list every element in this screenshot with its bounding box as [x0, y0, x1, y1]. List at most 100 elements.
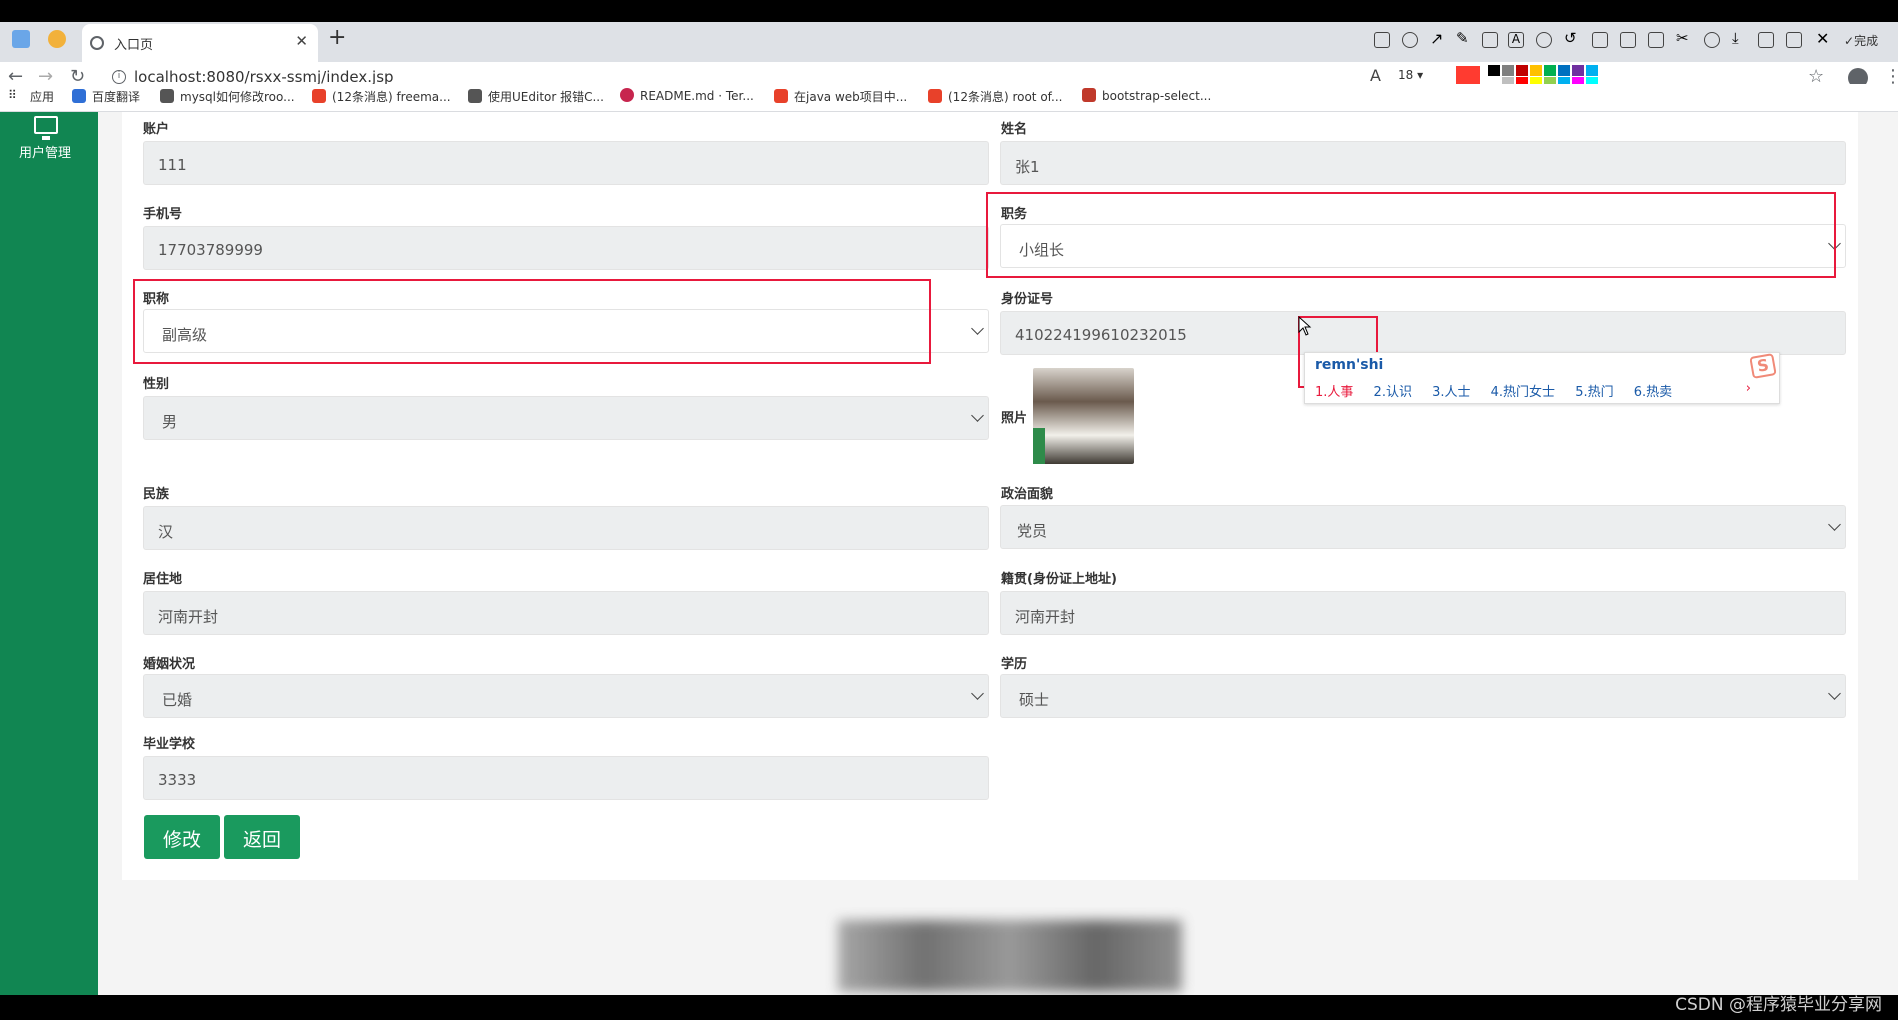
name-input[interactable]: 张1 — [1000, 141, 1846, 185]
number-tool-icon[interactable] — [1536, 32, 1552, 48]
cut-tool-icon[interactable]: ✂ — [1676, 29, 1692, 47]
gender-select[interactable]: 男 — [143, 396, 989, 440]
photo-label: 照片 — [1001, 411, 1028, 426]
text-tool-icon[interactable]: A — [1508, 32, 1524, 48]
ocr-tool-icon[interactable] — [1648, 32, 1664, 48]
phone-label: 手机号 — [143, 207, 183, 222]
back-button[interactable]: 返回 — [224, 815, 300, 859]
bookmark-label: (12条消息) root of... — [948, 90, 1063, 104]
ime-candidate[interactable]: 1.人事 — [1315, 385, 1353, 400]
cancel-icon[interactable]: ✕ — [1816, 29, 1832, 48]
mosaic-tool-icon[interactable] — [1482, 32, 1498, 48]
bookmark-item[interactable]: README.md · Ter... — [620, 88, 754, 103]
color-swatch[interactable] — [1586, 65, 1598, 76]
rectangle-tool-icon[interactable] — [1374, 32, 1390, 48]
color-swatch[interactable] — [1558, 65, 1570, 76]
marital-select[interactable]: 已婚 — [143, 674, 989, 718]
residence-input[interactable]: 河南开封 — [143, 591, 989, 635]
translate-tool-icon[interactable] — [1620, 32, 1636, 48]
undo-icon[interactable]: ↺ — [1564, 29, 1580, 47]
done-label: 完成 — [1854, 34, 1879, 48]
chrome-icon[interactable] — [48, 30, 66, 48]
chevron-down-icon — [971, 687, 984, 700]
watermark: CSDN @程序猿毕业分享网 — [1675, 995, 1882, 1015]
bookmark-item[interactable]: (12条消息) root of... — [928, 88, 1062, 105]
copy-tool-icon[interactable] — [1758, 32, 1774, 48]
pen-tool-icon[interactable]: ✎ — [1456, 29, 1472, 47]
bookmark-label: README.md · Ter... — [640, 89, 754, 103]
color-swatch[interactable] — [1488, 65, 1500, 76]
info-icon[interactable]: i — [112, 70, 126, 84]
new-tab-button[interactable]: + — [328, 25, 346, 50]
font-size-select[interactable]: 18 ▾ — [1398, 68, 1423, 82]
color-swatch[interactable] — [1572, 65, 1584, 76]
bookmark-label: (12条消息) freema... — [332, 90, 451, 104]
close-tab-icon[interactable]: ✕ — [295, 32, 308, 50]
ime-candidate-list: 1.人事 2.认识 3.人士 4.热门女士 5.热门 6.热卖 — [1315, 381, 1688, 400]
account-input[interactable]: 111 — [143, 141, 989, 185]
bookmark-label: 应用 — [30, 90, 55, 104]
chevron-down-icon — [1828, 518, 1841, 531]
bookmark-item[interactable]: 使用UEditor 报错C... — [468, 88, 604, 105]
political-label: 政治面貌 — [1001, 487, 1054, 502]
globe-icon — [90, 36, 104, 50]
gender-value: 男 — [162, 413, 178, 431]
chevron-down-icon — [1828, 687, 1841, 700]
education-label: 学历 — [1001, 657, 1028, 672]
bookmark-item[interactable]: mysql如何修改roo... — [160, 88, 295, 105]
highlight-box-position — [986, 192, 1836, 278]
ime-candidate[interactable]: 3.人士 — [1432, 385, 1470, 400]
ime-candidate[interactable]: 4.热门女士 — [1491, 385, 1555, 400]
bookmark-label: 在java web项目中... — [794, 90, 908, 104]
done-button[interactable]: ✓完成 — [1844, 32, 1878, 49]
color-swatch[interactable] — [1530, 65, 1542, 76]
bookmark-label: 百度翻译 — [92, 90, 141, 104]
bottom-bar — [0, 995, 1898, 1020]
arrow-tool-icon[interactable]: ↗ — [1430, 29, 1446, 48]
save-tool-icon[interactable] — [1786, 32, 1802, 48]
bookmark-item[interactable]: 在java web项目中... — [774, 88, 907, 105]
bookmark-item[interactable]: 应用 — [30, 88, 54, 105]
ime-input-text: remn'shi — [1315, 357, 1384, 373]
bookmark-item[interactable]: 百度翻译 — [72, 88, 140, 105]
bookmark-item[interactable]: bootstrap-select... — [1082, 88, 1211, 103]
ime-candidate[interactable]: 6.热卖 — [1634, 385, 1672, 400]
political-select[interactable]: 党员 — [1000, 505, 1846, 549]
screen: 入口页 ✕ + ← → ↻ i localhost:8080/rsxx-ssmj… — [0, 0, 1898, 1020]
id-number-label: 身份证号 — [1001, 292, 1054, 307]
name-label: 姓名 — [1001, 122, 1028, 137]
download-icon[interactable]: ⤓ — [1732, 29, 1748, 47]
education-select[interactable]: 硕士 — [1000, 674, 1846, 718]
apps-grid-icon[interactable]: ⠿ — [8, 88, 17, 102]
active-tab[interactable]: 入口页 ✕ — [82, 24, 318, 62]
blurred-footer-image — [838, 920, 1182, 992]
pin-tool-icon[interactable] — [1592, 32, 1608, 48]
school-input[interactable]: 3333 — [143, 756, 989, 800]
bookmark-item[interactable]: (12条消息) freema... — [312, 88, 451, 105]
ime-candidate-popup[interactable]: remn'shi 1.人事 2.认识 3.人士 4.热门女士 5.热门 6.热卖… — [1304, 352, 1780, 404]
pinned-tab-icon[interactable] — [12, 30, 30, 48]
tab-title: 入口页 — [114, 38, 154, 53]
ime-candidate[interactable]: 5.热门 — [1575, 385, 1613, 400]
marital-label: 婚姻状况 — [143, 657, 196, 672]
sogou-logo-icon: S — [1749, 353, 1777, 379]
phone-input[interactable]: 17703789999 — [143, 226, 989, 270]
ethnicity-input[interactable]: 汉 — [143, 506, 989, 550]
id-number-input[interactable]: 410224199610232015 — [1000, 311, 1846, 355]
color-swatch[interactable] — [1502, 65, 1514, 76]
highlight-box-title — [133, 279, 931, 364]
chevron-down-icon — [971, 322, 984, 335]
school-label: 毕业学校 — [143, 737, 196, 752]
ime-next-page-icon[interactable]: › — [1746, 381, 1751, 396]
gender-label: 性别 — [143, 377, 170, 392]
ime-candidate[interactable]: 2.认识 — [1374, 385, 1412, 400]
sidebar-item-user-management[interactable]: 用户管理 — [19, 142, 71, 161]
color-swatch[interactable] — [1516, 65, 1528, 76]
bookmarks-bar: ⠿ 应用 百度翻译 mysql如何修改roo... (12条消息) freema… — [0, 84, 1898, 112]
color-swatch[interactable] — [1544, 65, 1556, 76]
edit-button[interactable]: 修改 — [144, 815, 220, 859]
record-tool-icon[interactable] — [1704, 32, 1720, 48]
bookmark-label: bootstrap-select... — [1102, 89, 1212, 103]
native-place-input[interactable]: 河南开封 — [1000, 591, 1846, 635]
ellipse-tool-icon[interactable] — [1402, 32, 1418, 48]
